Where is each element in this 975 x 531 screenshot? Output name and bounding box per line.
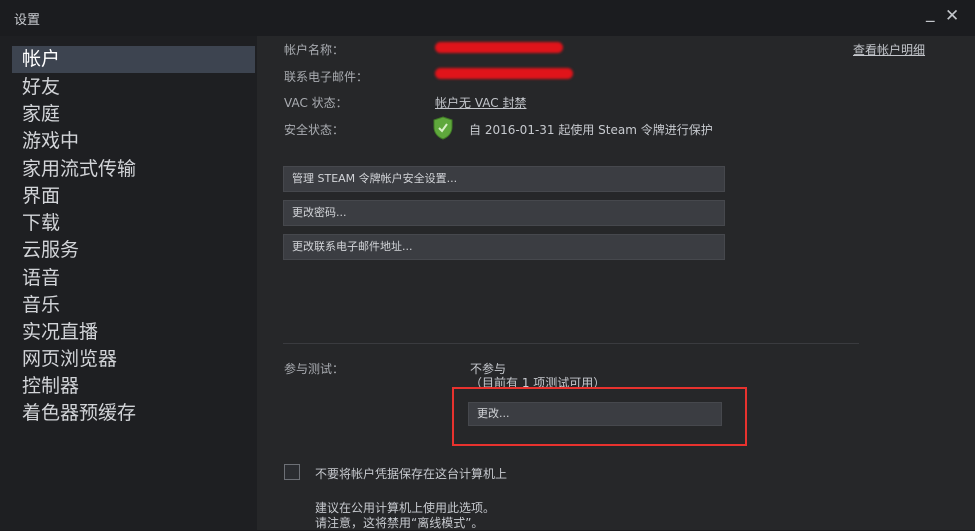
- section-divider: [283, 343, 859, 344]
- close-icon[interactable]: ✕: [945, 6, 959, 26]
- sidebar-item-remote-play[interactable]: 家用流式传输: [12, 156, 255, 183]
- sidebar-item-controller[interactable]: 控制器: [12, 373, 255, 400]
- security-status-label: 安全状态：: [284, 123, 345, 137]
- sidebar-item-broadcasting[interactable]: 实况直播: [12, 319, 255, 346]
- shield-icon: [433, 116, 453, 140]
- sidebar-item-in-game[interactable]: 游戏中: [12, 128, 255, 155]
- sidebar-item-interface[interactable]: 界面: [12, 183, 255, 210]
- security-status-value: 自 2016-01-31 起使用 Steam 令牌进行保护: [469, 123, 713, 137]
- sidebar-item-family[interactable]: 家庭: [12, 101, 255, 128]
- settings-sidebar: 帐户 好友 家庭 游戏中 家用流式传输 界面 下载 云服务 语音 音乐 实况直播…: [0, 36, 257, 530]
- change-beta-button[interactable]: 更改...: [468, 402, 722, 426]
- account-panel: 帐户名称： 联系电子邮件： 查看帐户明细 VAC 状态： 帐户无 VAC 封禁 …: [257, 36, 975, 530]
- settings-window: 设置 _ ✕ 帐户 好友 家庭 游戏中 家用流式传输 界面 下载 云服务 语音 …: [0, 0, 975, 530]
- sidebar-item-music[interactable]: 音乐: [12, 292, 255, 319]
- change-email-button[interactable]: 更改联系电子邮件地址...: [283, 234, 725, 260]
- sidebar-item-downloads[interactable]: 下载: [12, 210, 255, 237]
- email-label: 联系电子邮件：: [284, 70, 369, 84]
- dont-save-credentials-checkbox[interactable]: [284, 464, 300, 480]
- vac-status-label: VAC 状态：: [284, 96, 348, 110]
- account-name-redaction: [435, 42, 563, 53]
- sidebar-item-account[interactable]: 帐户: [12, 46, 255, 73]
- view-account-details-link[interactable]: 查看帐户明细: [853, 41, 925, 58]
- credentials-note-line2: 请注意，这将禁用“离线模式”。: [315, 516, 484, 530]
- vac-status-link[interactable]: 帐户无 VAC 封禁: [435, 94, 526, 111]
- email-redaction: [435, 68, 573, 79]
- sidebar-item-voice[interactable]: 语音: [12, 265, 255, 292]
- sidebar-item-web-browser[interactable]: 网页浏览器: [12, 346, 255, 373]
- manage-steam-guard-button[interactable]: 管理 STEAM 令牌帐户安全设置...: [283, 166, 725, 192]
- sidebar-item-cloud[interactable]: 云服务: [12, 237, 255, 264]
- sidebar-item-friends[interactable]: 好友: [12, 74, 255, 101]
- account-name-label: 帐户名称：: [284, 43, 345, 57]
- window-title: 设置: [14, 13, 41, 28]
- change-password-button[interactable]: 更改密码...: [283, 200, 725, 226]
- title-bar[interactable]: 设置 _ ✕: [0, 0, 975, 36]
- sidebar-item-shader-precache[interactable]: 着色器预缓存: [12, 400, 255, 427]
- dont-save-credentials-label[interactable]: 不要将帐户凭据保存在这台计算机上: [315, 465, 507, 482]
- minimize-icon[interactable]: _: [926, 3, 935, 23]
- beta-participation-label: 参与测试：: [284, 362, 345, 376]
